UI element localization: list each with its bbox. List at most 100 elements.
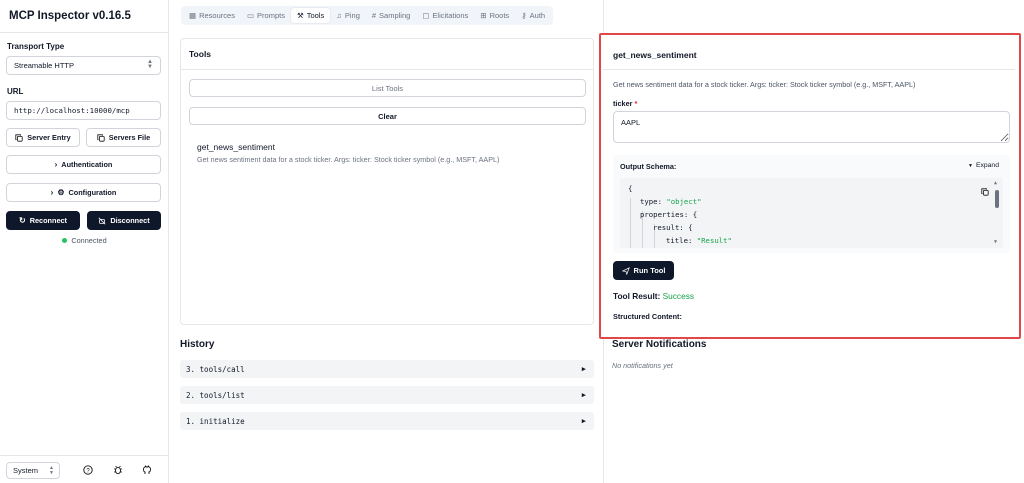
history-item[interactable]: 2. tools/list ▶ <box>180 386 594 404</box>
copy-icon[interactable] <box>981 188 989 196</box>
structured-content-label: Structured Content: <box>613 312 682 321</box>
required-marker: * <box>634 99 638 108</box>
server-notifications-title: Server Notifications <box>612 339 707 350</box>
tools-panel-divider <box>181 69 593 70</box>
code-line: title: "Result" <box>666 236 732 245</box>
play-arrow-icon: ▶ <box>581 391 586 399</box>
list-tools-button[interactable]: List Tools <box>189 79 586 97</box>
run-tool-button[interactable]: Run Tool <box>613 261 674 280</box>
transport-type-value: Streamable HTTP <box>14 61 75 70</box>
transport-type-select[interactable]: Streamable HTTP ▲ ▼ <box>6 56 161 75</box>
transport-type-label: Transport Type <box>7 42 65 51</box>
tab-label: Sampling <box>379 11 411 20</box>
refresh-icon: ↻ <box>18 216 26 225</box>
tab-label: Auth <box>529 11 546 20</box>
chevron-right-icon: › <box>50 188 54 197</box>
history-item-label: 3. tools/call <box>186 364 245 374</box>
tool-result: Tool Result: Success <box>613 291 694 301</box>
status-dot-icon <box>62 238 68 243</box>
code-line: properties: { <box>640 210 698 219</box>
github-icon[interactable] <box>142 465 152 475</box>
code-line: type: "object" <box>640 197 702 206</box>
notifications-empty-text: No notifications yet <box>612 361 673 370</box>
reconnect-button[interactable]: ↻ Reconnect <box>6 211 80 230</box>
key-icon: ⚷ <box>521 11 527 20</box>
tab-label: Ping <box>344 11 360 20</box>
output-schema-title: Output Schema: <box>620 162 677 171</box>
theme-select[interactable]: System ▲ ▼ <box>6 462 60 479</box>
history-item[interactable]: 1. initialize ▶ <box>180 412 594 430</box>
clear-button[interactable]: Clear <box>189 107 586 125</box>
code-line: result: { <box>653 223 693 232</box>
code-string: "object" <box>666 197 702 206</box>
sidebar: MCP Inspector v0.16.5 Transport Type Str… <box>0 0 169 483</box>
configuration-label: Configuration <box>68 188 117 197</box>
tool-name: get_news_sentiment <box>197 142 275 152</box>
resources-icon: ▦ <box>189 11 197 20</box>
scroll-down-icon[interactable]: ▼ <box>994 239 997 245</box>
tab-label: Tools <box>306 11 325 20</box>
history-item[interactable]: 3. tools/call ▶ <box>180 360 594 378</box>
configuration-button[interactable]: › ⚙ Configuration <box>6 183 161 202</box>
prompts-icon: ▭ <box>246 11 255 20</box>
sidebar-divider <box>0 32 169 33</box>
url-input[interactable]: http://localhost:10000/mcp <box>6 101 161 120</box>
tab-roots[interactable]: ⊞ Roots <box>474 8 515 23</box>
tab-tools[interactable]: ⚒ Tools <box>290 8 331 23</box>
history-item-label: 2. tools/list <box>186 390 245 400</box>
sidebar-footer: System ▲ ▼ ? <box>0 455 169 483</box>
tool-list-item[interactable]: get_news_sentiment Get news sentiment da… <box>197 142 499 164</box>
disconnect-label: Disconnect <box>110 216 150 225</box>
tab-elicitations[interactable]: ▢ Elicitations <box>416 8 474 23</box>
tab-sampling[interactable]: # Sampling <box>366 8 416 23</box>
history-item-label: 1. initialize <box>186 416 245 426</box>
tool-detail-divider <box>603 69 1015 70</box>
servers-file-button[interactable]: Servers File <box>86 128 161 147</box>
theme-value: System <box>13 466 39 475</box>
play-arrow-icon: ▶ <box>581 365 586 373</box>
indent-guide <box>630 198 631 248</box>
bug-icon[interactable] <box>113 465 123 475</box>
tool-description: Get news sentiment data for a stock tick… <box>197 155 500 164</box>
tab-label: Resources <box>199 11 235 20</box>
tab-auth[interactable]: ⚷ Auth <box>515 8 551 23</box>
tab-bar: ▦ Resources ▭ Prompts ⚒ Tools ♫ Ping # S… <box>181 6 554 25</box>
history-title: History <box>180 339 215 350</box>
expand-toggle[interactable]: ▼ Expand <box>968 162 999 169</box>
connection-status: Connected <box>0 236 169 245</box>
server-entry-button[interactable]: Server Entry <box>6 128 80 147</box>
run-tool-label: Run Tool <box>633 266 666 275</box>
app-title: MCP Inspector v0.16.5 <box>9 10 131 22</box>
tab-prompts[interactable]: ▭ Prompts <box>241 8 291 23</box>
tools-icon: ⚒ <box>296 11 304 20</box>
output-schema-box: Output Schema: ▼ Expand { type: "object"… <box>613 155 1010 253</box>
tools-panel-title: Tools <box>189 49 212 59</box>
chevron-up-down-icon: ▲ ▼ <box>49 465 54 476</box>
authentication-button[interactable]: › Authentication <box>6 155 161 174</box>
disconnect-button[interactable]: Disconnect <box>87 211 161 230</box>
ticker-input[interactable]: AAPL <box>613 111 1010 143</box>
tab-label: Roots <box>489 11 510 20</box>
folder-tree-icon: ⊞ <box>480 11 487 20</box>
tool-result-status: Success <box>662 291 694 301</box>
tab-ping[interactable]: ♫ Ping <box>330 8 366 23</box>
connection-status-text: Connected <box>71 236 107 245</box>
ticker-label: ticker * <box>613 99 637 108</box>
url-value: http://localhost:10000/mcp <box>14 106 130 115</box>
reconnect-label: Reconnect <box>29 216 67 225</box>
scroll-up-icon[interactable]: ▲ <box>994 180 997 186</box>
unplug-icon <box>98 217 106 224</box>
tab-resources[interactable]: ▦ Resources <box>183 8 241 23</box>
play-arrow-icon: ▶ <box>581 417 586 425</box>
help-icon[interactable]: ? <box>83 465 93 475</box>
tab-label: Elicitations <box>432 11 469 20</box>
url-label: URL <box>7 87 24 96</box>
tool-result-label: Tool Result: <box>613 291 661 301</box>
code-string: "Result" <box>696 236 732 245</box>
copy-icon <box>97 133 105 142</box>
scrollbar[interactable]: ▲ ▼ <box>994 180 1000 246</box>
tool-detail-panel: get_news_sentiment Get news sentiment da… <box>599 33 1021 339</box>
code-key: title: <box>666 236 697 245</box>
gear-icon: ⚙ <box>57 188 65 197</box>
scrollbar-thumb[interactable] <box>995 190 999 208</box>
